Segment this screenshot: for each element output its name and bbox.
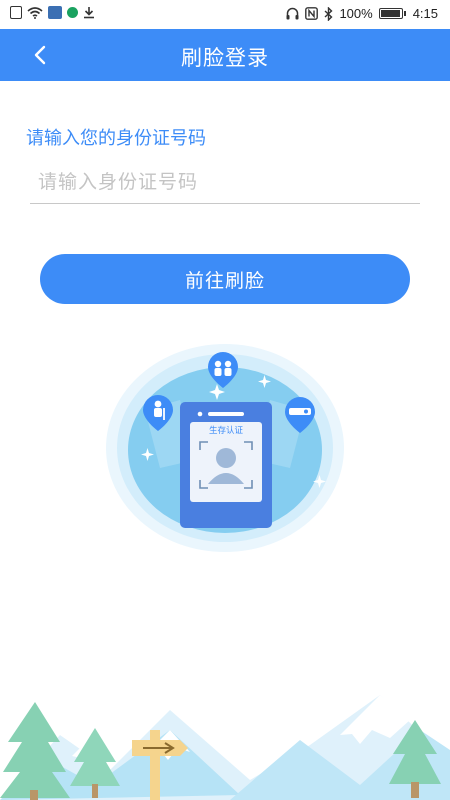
- face-auth-illustration: 生存认证: [100, 340, 350, 555]
- sim-icon: [10, 6, 22, 19]
- wechat-icon: [67, 7, 78, 18]
- nfc-icon: [305, 7, 319, 20]
- id-number-input[interactable]: [30, 162, 420, 204]
- status-right-icons: 100% 4:15: [286, 6, 438, 21]
- landscape-decoration: [0, 690, 450, 800]
- battery-icon: [378, 8, 406, 19]
- clock: 4:15: [412, 6, 438, 21]
- download-icon: [84, 7, 94, 19]
- app-icon: [48, 6, 62, 19]
- go-face-button[interactable]: 前往刷脸: [40, 254, 410, 304]
- id-number-label: 请输入您的身份证号码: [26, 128, 206, 148]
- headset-icon: [286, 7, 299, 20]
- app-bar: 刷脸登录: [0, 29, 450, 81]
- wifi-icon: [27, 7, 43, 19]
- battery-percent: 100%: [339, 6, 373, 21]
- status-left-icons: [10, 6, 95, 19]
- status-bar: 100% 4:15: [0, 0, 450, 29]
- page-title: 刷脸登录: [181, 47, 269, 70]
- bluetooth-icon: [324, 6, 333, 21]
- card-label: 生存认证: [209, 425, 244, 435]
